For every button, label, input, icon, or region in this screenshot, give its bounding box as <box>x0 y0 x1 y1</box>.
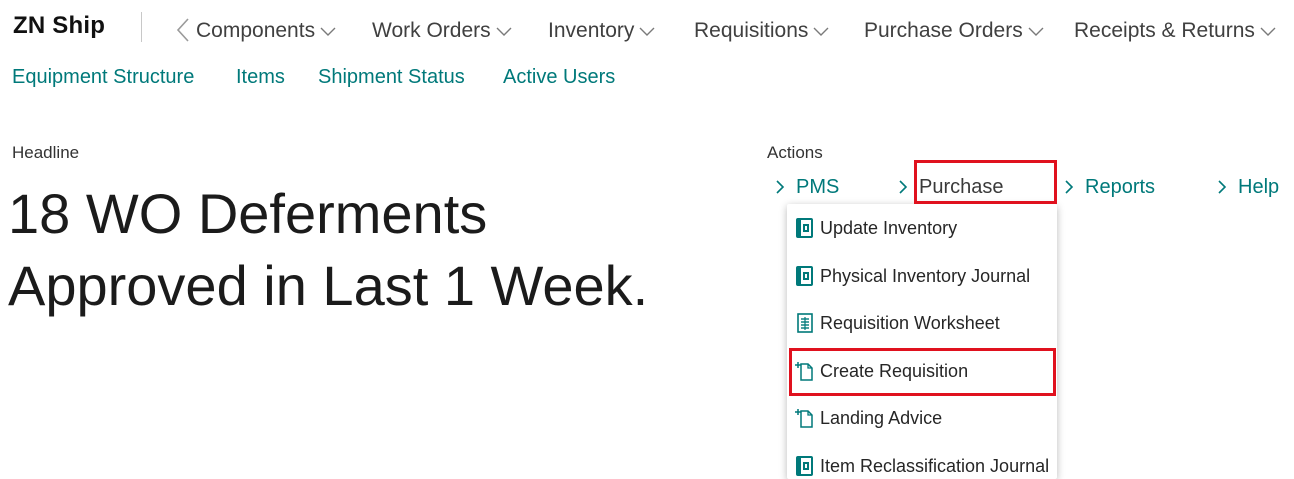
menu-item-update-inventory[interactable]: Update Inventory <box>795 212 1051 244</box>
journal-icon <box>795 455 815 477</box>
nav-inventory[interactable]: Inventory <box>548 17 656 45</box>
nav-scroll-left-icon[interactable] <box>174 16 194 44</box>
subnav-equipment-structure[interactable]: Equipment Structure <box>12 66 194 89</box>
app-title[interactable]: ZN Ship <box>13 12 105 40</box>
title-divider <box>141 12 142 42</box>
nav-item-label: Components <box>196 19 316 42</box>
nav-components[interactable]: Components <box>196 17 337 45</box>
chevron-down-icon <box>1259 25 1277 37</box>
chevron-down-icon <box>495 25 513 37</box>
chevron-down-icon <box>1027 25 1045 37</box>
worksheet-icon <box>795 312 815 334</box>
menu-item-label: Physical Inventory Journal <box>820 265 1031 286</box>
menu-item-create-requisition[interactable]: Create Requisition <box>795 355 1051 387</box>
menu-item-label: Create Requisition <box>820 360 969 381</box>
journal-icon <box>795 217 815 239</box>
menu-item-label: Requisition Worksheet <box>820 312 1000 333</box>
journal-icon <box>795 265 815 287</box>
new-document-icon <box>795 407 815 429</box>
menu-item-landing-advice[interactable]: Landing Advice <box>795 402 1051 434</box>
action-label: Help <box>1238 175 1280 198</box>
action-label: PMS <box>796 175 840 198</box>
action-reports[interactable]: Reports <box>1063 174 1155 200</box>
action-pms[interactable]: PMS <box>774 174 839 200</box>
nav-purchase-orders[interactable]: Purchase Orders <box>864 17 1045 45</box>
action-label: Purchase <box>919 175 1004 198</box>
headline-text: 18 WO Deferments Approved in Last 1 Week… <box>8 178 748 322</box>
chevron-right-icon <box>1216 179 1228 195</box>
chevron-down-icon <box>638 25 656 37</box>
chevron-down-icon <box>319 25 337 37</box>
subnav-items[interactable]: Items <box>236 66 285 89</box>
nav-item-label: Purchase Orders <box>864 19 1023 42</box>
nav-receipts-returns[interactable]: Receipts & Returns <box>1074 17 1277 45</box>
chevron-right-icon <box>1063 179 1075 195</box>
headline-line-2: Approved in Last 1 Week. <box>8 254 649 317</box>
chevron-down-icon <box>812 25 830 37</box>
menu-item-label: Landing Advice <box>820 407 943 428</box>
nav-item-label: Inventory <box>548 19 635 42</box>
action-purchase[interactable]: Purchase <box>897 174 1004 200</box>
top-navigation-bar: ZN Ship Components Work Orders Inventory… <box>0 0 1294 58</box>
chevron-right-icon <box>897 179 909 195</box>
nav-item-label: Requisitions <box>694 19 809 42</box>
menu-item-physical-inventory-journal[interactable]: Physical Inventory Journal <box>795 260 1051 292</box>
action-label: Reports <box>1085 175 1156 198</box>
menu-item-requisition-worksheet[interactable]: Requisition Worksheet <box>795 307 1051 339</box>
nav-item-label: Work Orders <box>372 19 491 42</box>
headline-line-1: 18 WO Deferments <box>8 182 488 245</box>
actions-caption: Actions <box>767 143 823 162</box>
nav-item-label: Receipts & Returns <box>1074 19 1255 42</box>
menu-item-item-reclassification-journal[interactable]: Item Reclassification Journal <box>795 450 1051 479</box>
menu-item-label: Item Reclassification Journal <box>820 455 1050 476</box>
subnav-active-users[interactable]: Active Users <box>503 66 615 89</box>
chevron-right-icon <box>774 179 786 195</box>
new-document-icon <box>795 360 815 382</box>
nav-requisitions[interactable]: Requisitions <box>694 17 830 45</box>
subnav-shipment-status[interactable]: Shipment Status <box>318 66 465 89</box>
menu-item-label: Update Inventory <box>820 217 958 238</box>
action-help[interactable]: Help <box>1216 174 1279 200</box>
purchase-dropdown-menu: Update Inventory Physical Inventory Jour… <box>787 204 1057 479</box>
nav-work-orders[interactable]: Work Orders <box>372 17 513 45</box>
headline-caption: Headline <box>12 143 80 162</box>
